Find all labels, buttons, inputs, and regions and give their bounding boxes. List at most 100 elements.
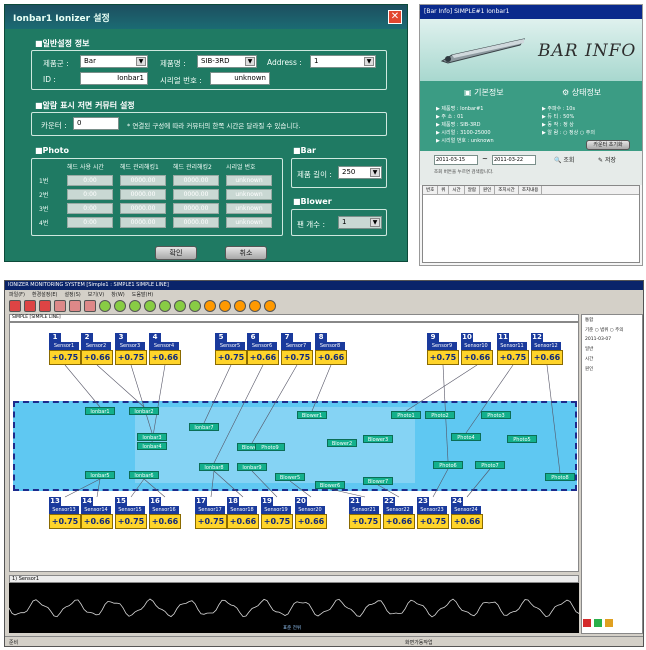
waveform-line xyxy=(8,598,580,618)
device-ionbar1[interactable]: Ionbar1 xyxy=(85,407,115,415)
counter-reset-button[interactable]: 카운터 초기화 xyxy=(586,140,630,150)
fan-count-select[interactable]: 1 ▼ xyxy=(338,216,382,229)
ionizer-settings-dialog: Ionbar1 Ionizer 설정 ✕ ■일반설정 정보 제품군 : Bar ▼… xyxy=(4,4,408,262)
photo-cell: 0:00 xyxy=(67,217,113,228)
chevron-down-icon: ▼ xyxy=(370,218,380,227)
device-photo5[interactable]: Photo5 xyxy=(507,435,537,443)
bar-heading: ■Bar xyxy=(293,146,316,155)
sensor-graph: 표준 전위 xyxy=(8,583,580,633)
address-label: Address : xyxy=(267,58,302,67)
device-photo3[interactable]: Photo3 xyxy=(481,411,511,419)
device-ionbar7[interactable]: Ionbar7 xyxy=(189,423,219,431)
address-value: 1 xyxy=(314,57,319,65)
counter-field[interactable]: 0 xyxy=(73,117,119,130)
basic-heading: ▣ 기본정보 xyxy=(464,88,504,97)
photo-row-label: 1번 xyxy=(39,178,49,185)
normal-legend-icon xyxy=(594,619,602,627)
device-ionbar9[interactable]: Ionbar9 xyxy=(237,463,267,471)
device-ionbar4[interactable]: Ionbar4 xyxy=(137,442,167,450)
log-column-header: 위 xyxy=(438,186,450,194)
basic-info-item: ▶ 시리얼 : 3100-25000 xyxy=(436,130,491,136)
photo-column-header: 헤드 관리해킹1 xyxy=(120,164,159,171)
monitoring-window: IONIZER MONITORING SYSTEM [Simple1 : SIM… xyxy=(4,280,644,647)
side-label: 통합 xyxy=(585,318,594,323)
status-info-item: ▶ 동 작 : 정 상 xyxy=(542,122,574,128)
device-ionbar6[interactable]: Ionbar6 xyxy=(129,471,159,479)
dialog-title-bar: Ionbar1 Ionizer 설정 xyxy=(5,5,407,29)
photo-cell: 0:00 xyxy=(67,175,113,186)
log-table-header: 번호 위 시간 알람 원인 조치시간 조치내용 xyxy=(423,186,639,195)
device-photo7[interactable]: Photo7 xyxy=(475,461,505,469)
bar-info-title-bar: [Bar Info] SIMPLE#1 Ionbar1 xyxy=(420,5,642,19)
device-ionbar8[interactable]: Ionbar8 xyxy=(199,463,229,471)
photo-column-header: 헤드 사용 시간 xyxy=(67,164,104,171)
bar-info-window: [Bar Info] SIMPLE#1 Ionbar1 BAR INFO ▣ 기… xyxy=(419,4,643,266)
log-column-header: 번호 xyxy=(423,186,439,194)
log-column-header: 시간 xyxy=(449,186,465,194)
chevron-down-icon: ▼ xyxy=(245,57,255,66)
device-blower3[interactable]: Blower3 xyxy=(363,435,393,443)
device-photo6[interactable]: Photo6 xyxy=(433,461,463,469)
ok-button[interactable]: 확인 xyxy=(155,246,197,260)
fan-count-value: 1 xyxy=(342,218,347,226)
status-ready: 준비 xyxy=(9,640,19,646)
chevron-down-icon: ▼ xyxy=(136,57,146,66)
device-photo9[interactable]: Photo9 xyxy=(255,443,285,451)
photo-cell: 0000.00 xyxy=(173,203,219,214)
basic-info-item: ▶ 제품명 : Ionbar#1 xyxy=(436,106,484,112)
serial-field[interactable]: unknown xyxy=(210,72,270,85)
name-select[interactable]: SIB-3RD ▼ xyxy=(197,55,257,68)
counter-note: * 연결된 구성에 따라 커뮤터의 한쪽 시간은 달라질 수 있습니다. xyxy=(127,122,301,130)
photo-cell: 0000.00 xyxy=(120,189,166,200)
status-heading: ⚙ 상태정보 xyxy=(562,88,602,97)
log-column-header: 원인 xyxy=(480,186,496,194)
search-icon: 🔍 xyxy=(554,157,562,164)
bar-info-banner: BAR INFO xyxy=(420,19,642,81)
id-field[interactable]: Ionbar1 xyxy=(80,72,148,85)
photo-table-header: 헤드 사용 시간 헤드 관리해킹1 헤드 관리해킹2 시리얼 번호 xyxy=(67,162,279,172)
cancel-button[interactable]: 취소 xyxy=(225,246,267,260)
device-blower2[interactable]: Blower2 xyxy=(327,439,357,447)
alarm-log-table: 번호 위 시간 알람 원인 조치시간 조치내용 xyxy=(422,185,640,263)
address-select[interactable]: 1 ▼ xyxy=(310,55,376,68)
basic-info-item: ▶ 제품명 : SIB-3RD xyxy=(436,122,481,128)
photo-row-label: 4번 xyxy=(39,220,49,227)
warning-legend-icon xyxy=(605,619,613,627)
save-button[interactable]: ✎ 저장 xyxy=(598,155,616,164)
ionizer-bar-icon xyxy=(440,38,526,64)
device-ionbar2[interactable]: Ionbar2 xyxy=(129,407,159,415)
name-value: SIB-3RD xyxy=(201,57,230,65)
device-blower5[interactable]: Blower5 xyxy=(275,473,305,481)
query-button[interactable]: 🔍 조회 xyxy=(554,155,574,164)
device-photo4[interactable]: Photo4 xyxy=(451,433,481,441)
photo-cell: 0000.00 xyxy=(173,217,219,228)
photo-column-header: 시리얼 번호 xyxy=(226,164,256,171)
chevron-down-icon: ▼ xyxy=(364,57,374,66)
type-select[interactable]: Bar ▼ xyxy=(80,55,148,68)
type-value: Bar xyxy=(84,57,96,65)
date-from-field[interactable]: 2011-03-15 xyxy=(434,155,478,165)
close-icon[interactable]: ✕ xyxy=(388,10,402,24)
alarm-legend-icon xyxy=(583,619,591,627)
date-to-field[interactable]: 2011-03-22 xyxy=(492,155,536,165)
device-ionbar5[interactable]: Ionbar5 xyxy=(85,471,115,479)
device-photo1[interactable]: Photo1 xyxy=(391,411,421,419)
device-blower6[interactable]: Blower6 xyxy=(315,481,345,489)
side-label[interactable]: 2011-03-07 xyxy=(585,337,641,342)
right-panel-content: 통합 기준 ○ 범위 ○ 주의 2011-03-07 일반 시간 원인 xyxy=(585,317,641,376)
bar-info-heading: BAR INFO xyxy=(538,41,637,61)
photo-row-label: 3번 xyxy=(39,206,49,213)
length-select[interactable]: 250 ▼ xyxy=(338,166,382,179)
device-photo8[interactable]: Photo8 xyxy=(545,473,575,481)
device-photo2[interactable]: Photo2 xyxy=(425,411,455,419)
device-ionbar3[interactable]: Ionbar3 xyxy=(137,433,167,441)
id-label: ID : xyxy=(43,75,56,84)
blower-heading: ■Blower xyxy=(293,197,332,206)
date-separator: ~ xyxy=(482,155,488,163)
device-blower7[interactable]: Blower7 xyxy=(363,477,393,485)
device-blower1[interactable]: Blower1 xyxy=(297,411,327,419)
side-label: 원인 xyxy=(585,367,594,372)
length-label: 제품 길이 : xyxy=(297,170,332,179)
status-message: 화면가동작업 xyxy=(405,640,433,646)
photo-cell: 0000.00 xyxy=(173,175,219,186)
